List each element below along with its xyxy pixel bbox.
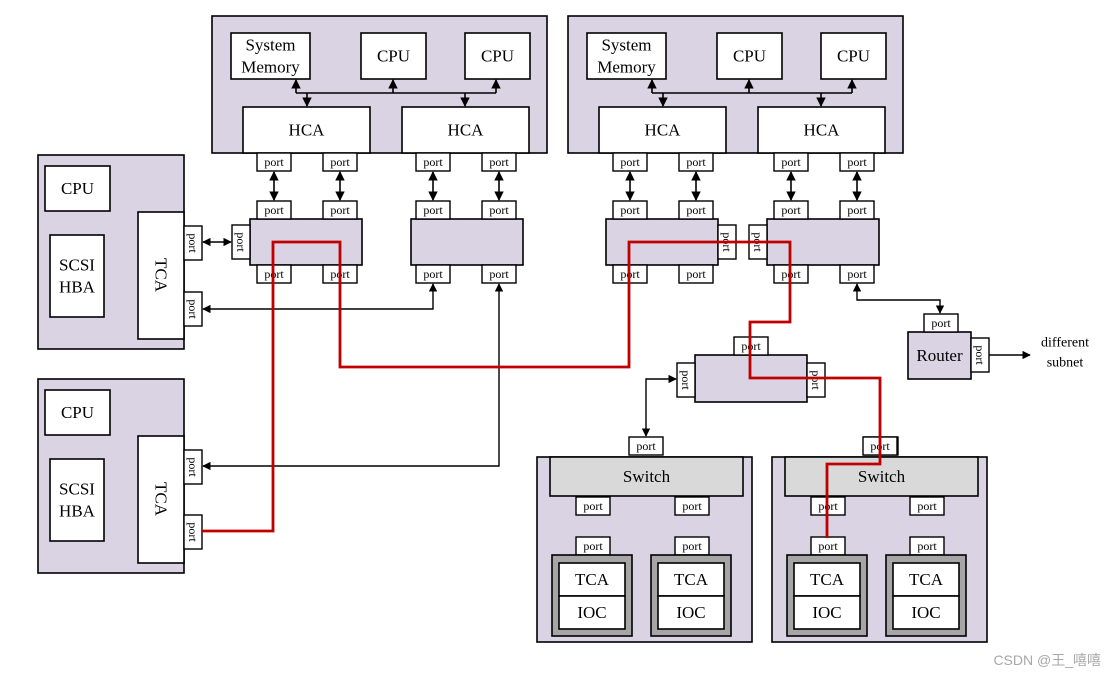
tca-label: TCA <box>575 570 610 589</box>
fabric-switch <box>410 218 524 266</box>
port-label: port <box>686 155 706 169</box>
port-label: port <box>847 155 867 169</box>
system-memory-label: Memory <box>241 58 300 77</box>
port-label: port <box>423 155 443 169</box>
port-label: port <box>636 439 656 453</box>
router-label: Router <box>916 346 963 365</box>
switch-switch-link <box>641 374 677 437</box>
port-label: port <box>781 203 801 217</box>
port-label: port <box>186 457 200 477</box>
port-label: port <box>186 233 200 253</box>
port-label: port <box>679 370 693 390</box>
port-label: port <box>682 539 702 553</box>
hca-label: HCA <box>804 121 841 140</box>
cpu-label: CPU <box>481 47 514 66</box>
port-label: port <box>264 155 284 169</box>
cpu-label: CPU <box>61 403 94 422</box>
switch-label: Switch <box>623 467 671 486</box>
port-label: port <box>186 522 200 542</box>
cpu-label: CPU <box>837 47 870 66</box>
tca-label: TCA <box>674 570 709 589</box>
tca-switch-link <box>202 283 438 314</box>
port-label: port <box>330 155 350 169</box>
system-memory-label: System <box>601 36 651 55</box>
scsi-hba <box>49 234 105 318</box>
ioc-label: IOC <box>911 603 940 622</box>
scsi-hba <box>49 458 105 542</box>
different-subnet-label: subnet <box>1047 356 1084 371</box>
port-label: port <box>620 155 640 169</box>
tca-label: TCA <box>152 482 171 517</box>
tca-label: TCA <box>909 570 944 589</box>
switch-label: Switch <box>858 467 906 486</box>
system-memory-label: Memory <box>597 58 656 77</box>
port-label: port <box>973 345 987 365</box>
cpu-label: CPU <box>733 47 766 66</box>
infiniband-architecture-diagram: System Memory CPU CPU HCA HCA System Memory CPU C… <box>0 0 1115 680</box>
port-label: port <box>818 539 838 553</box>
diagram-canvas: System Memory CPU CPU HCA HCA System Memory CPU C… <box>37 15 1089 643</box>
port-label: port <box>234 232 248 252</box>
port-label: port <box>423 267 443 281</box>
tca-label: TCA <box>152 258 171 293</box>
port-label: port <box>620 203 640 217</box>
cpu-label: CPU <box>61 179 94 198</box>
port-label: port <box>682 499 702 513</box>
port-label: port <box>686 203 706 217</box>
tca-switch-link <box>202 283 504 471</box>
different-subnet-label: different <box>1041 336 1089 351</box>
port-label: port <box>917 539 937 553</box>
port-label: port <box>809 370 823 390</box>
port-label: port <box>330 203 350 217</box>
tca-label: TCA <box>810 570 845 589</box>
switch-router-link <box>852 283 945 314</box>
scsi-hba-label: HBA <box>59 502 96 521</box>
port-label: port <box>489 155 509 169</box>
hca-label: HCA <box>645 121 682 140</box>
system-memory-label: System <box>245 36 295 55</box>
hca-label: HCA <box>448 121 485 140</box>
port-label: port <box>489 267 509 281</box>
scsi-hba-label: HBA <box>59 278 96 297</box>
port-label: port <box>489 203 509 217</box>
cpu-label: CPU <box>377 47 410 66</box>
ioc-label: IOC <box>676 603 705 622</box>
port-label: port <box>917 499 937 513</box>
port-label: port <box>186 299 200 319</box>
port-label: port <box>583 499 603 513</box>
port-label: port <box>264 203 284 217</box>
watermark: CSDN @王_嘻嘻 <box>993 652 1101 668</box>
hca-label: HCA <box>289 121 326 140</box>
port-label: port <box>583 539 603 553</box>
port-label: port <box>847 267 867 281</box>
ioc-label: IOC <box>577 603 606 622</box>
port-label: port <box>686 267 706 281</box>
scsi-hba-label: SCSI <box>59 256 95 275</box>
port-label: port <box>847 203 867 217</box>
port-label: port <box>423 203 443 217</box>
scsi-hba-label: SCSI <box>59 480 95 499</box>
port-label: port <box>931 316 951 330</box>
ioc-label: IOC <box>812 603 841 622</box>
port-label: port <box>781 155 801 169</box>
